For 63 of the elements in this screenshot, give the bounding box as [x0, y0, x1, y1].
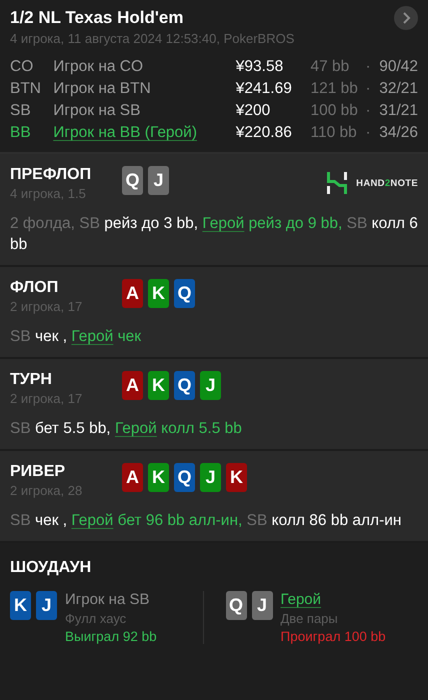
- hand-result: Проиграл 100 bb: [280, 629, 386, 644]
- logo-text: HAND2NOTE: [356, 178, 418, 188]
- playing-card: Q: [174, 279, 195, 308]
- playing-card: J: [200, 463, 221, 492]
- separator-dot: ·: [365, 79, 372, 99]
- street-title: РИВЕР: [10, 463, 66, 481]
- player-name: Игрок на SB: [53, 101, 142, 121]
- playing-card: J: [148, 166, 169, 195]
- player-name[interactable]: Герой: [280, 591, 322, 608]
- action-summary: 2 фолда, SB рейз до 3 bb, Герой рейз до 9 bb, SB колл 6 bb: [10, 214, 418, 255]
- player-stats: 32/21: [379, 79, 418, 99]
- position-label: BTN: [10, 79, 42, 99]
- hand-rank: Фулл хаус: [65, 611, 126, 626]
- playing-card: Q: [174, 463, 195, 492]
- player-name: Игрок на BTN: [53, 79, 152, 99]
- playing-card: K: [226, 463, 247, 492]
- hand-result: Выиграл 92 bb: [65, 629, 157, 644]
- separator-dot: ·: [365, 57, 372, 77]
- playing-card: Q: [174, 371, 195, 400]
- playing-card: K: [148, 371, 169, 400]
- next-button[interactable]: [394, 6, 418, 30]
- playing-card: K: [10, 591, 31, 620]
- chevron-right-icon: [401, 12, 411, 24]
- stack-amount: ¥241.69: [236, 79, 293, 99]
- street-title: ФЛОП: [10, 279, 60, 297]
- playing-card: Q: [226, 591, 246, 620]
- hand-subtitle: 4 игрока, 11 августа 2024 12:53:40, PokerBROS: [10, 31, 296, 46]
- player-name: Игрок на CO: [53, 57, 144, 77]
- stack-bb: 121 bb: [310, 79, 359, 99]
- stack-bb: 100 bb: [310, 101, 359, 121]
- action-summary: SB бет 5.5 bb, Герой колл 5.5 bb: [10, 419, 243, 439]
- stack-amount: ¥220.86: [236, 123, 293, 143]
- playing-card: A: [122, 371, 143, 400]
- showdown-title: ШОУДАУН: [10, 559, 92, 577]
- stack-bb: 47 bb: [310, 57, 350, 77]
- player-name[interactable]: Игрок на BB (Герой): [53, 122, 236, 144]
- player-stats: 34/26: [379, 123, 418, 143]
- playing-card: K: [148, 463, 169, 492]
- playing-card: K: [148, 279, 169, 308]
- playing-card: J: [36, 591, 57, 620]
- stack-amount: ¥93.58: [236, 57, 284, 77]
- playing-card: A: [122, 279, 143, 308]
- playing-card: A: [122, 463, 143, 492]
- player-stats: 31/21: [379, 101, 418, 121]
- hand-title: 1/2 NL Texas Hold'em: [10, 8, 184, 28]
- hand-rank: Две пары: [280, 611, 338, 626]
- street-title: ПРЕФЛОП: [10, 166, 92, 184]
- separator-dot: ·: [365, 101, 372, 121]
- logo-icon: [326, 172, 348, 194]
- playing-card: Q: [122, 166, 143, 195]
- position-label: CO: [10, 57, 34, 77]
- player-stats: 90/42: [379, 57, 418, 77]
- street-title: ТУРН: [10, 371, 53, 389]
- playing-card: J: [252, 591, 272, 620]
- action-summary: SB чек , Герой бет 96 bb алл-ин, SB колл 86 bb алл-ин: [10, 511, 402, 531]
- stack-amount: ¥200: [236, 101, 272, 121]
- playing-card: J: [200, 371, 221, 400]
- stack-bb: 110 bb: [310, 123, 358, 143]
- separator-dot: ·: [365, 123, 372, 143]
- action-summary: SB чек , Герой чек: [10, 327, 142, 347]
- position-label: BB: [10, 123, 32, 143]
- player-name: Игрок на SB: [65, 591, 150, 608]
- position-label: SB: [10, 101, 32, 121]
